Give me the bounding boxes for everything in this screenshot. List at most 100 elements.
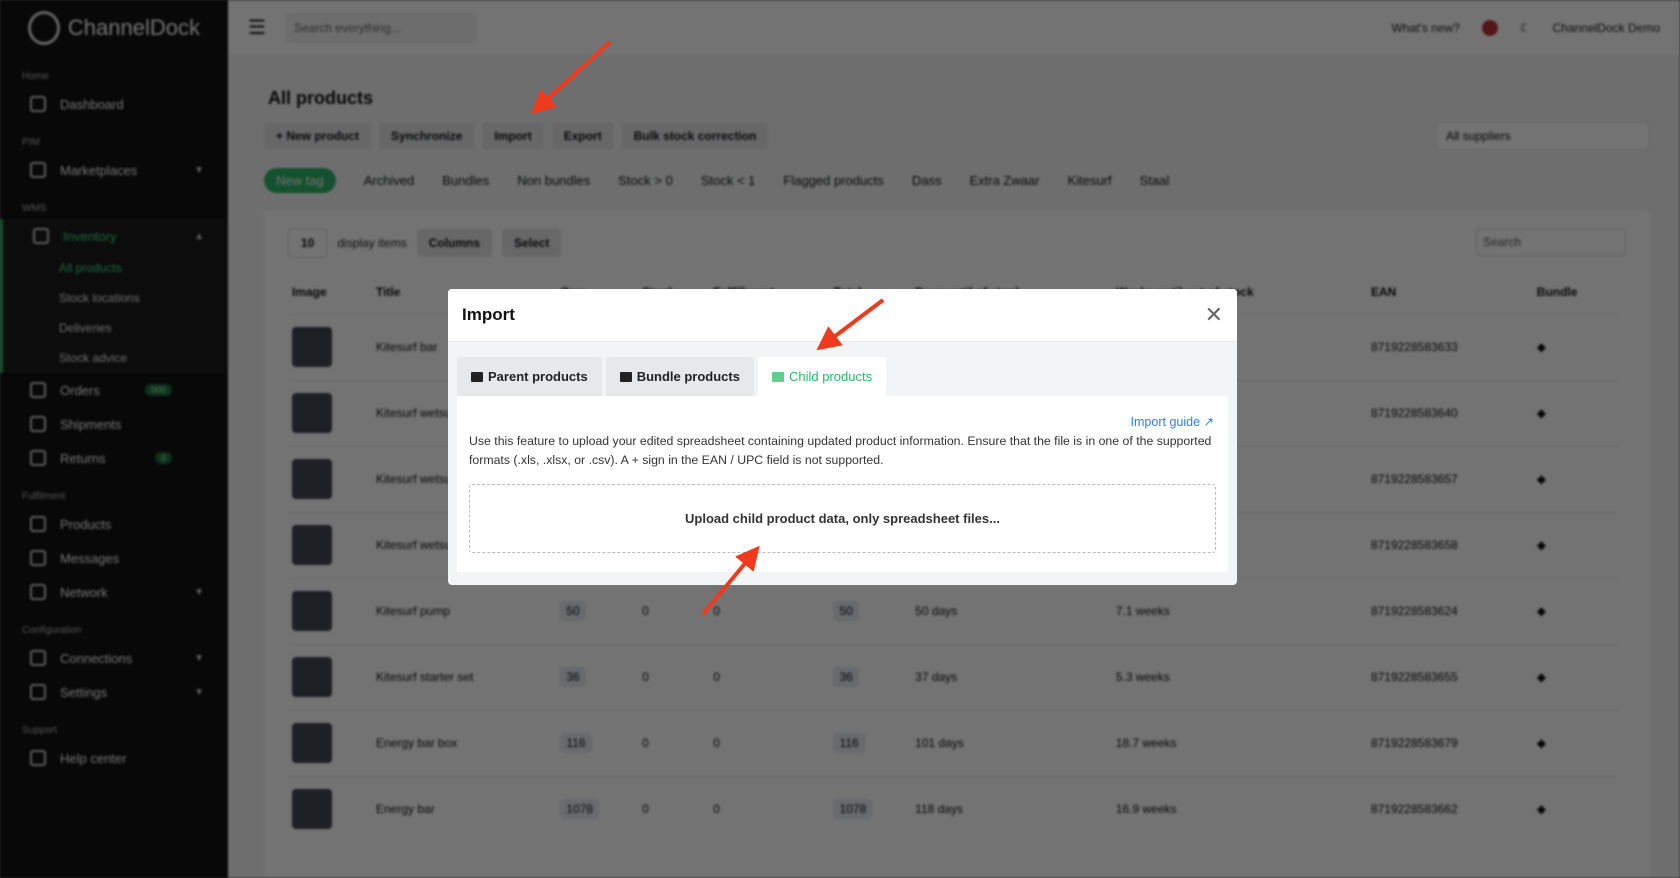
product-thumbnail	[292, 525, 332, 565]
filter-tag[interactable]: Dass	[912, 173, 942, 188]
tab-label: Bundle products	[636, 369, 740, 384]
chevron-down-icon: ▼	[194, 586, 204, 598]
file-dropzone[interactable]: Upload child product data, only spreadsh…	[469, 484, 1216, 553]
cell-value: 50	[560, 601, 586, 621]
cell-value: 7.1 weeks	[1115, 604, 1170, 618]
table-cell: 101 days	[911, 709, 1112, 776]
table-cell: Energy bar	[371, 775, 557, 842]
section-label: Configuration	[22, 625, 82, 636]
cell-value: 8719228583679	[1370, 736, 1458, 750]
filter-tag[interactable]: Stock > 0	[618, 173, 673, 188]
cell-value: 8719228583624	[1370, 604, 1458, 618]
import-button[interactable]: Import	[482, 122, 544, 150]
sidebar-item-returns[interactable]: Returns 0	[0, 441, 228, 475]
sidebar-subitem-all-products[interactable]: All products	[0, 253, 228, 283]
parent-products-icon	[471, 371, 483, 382]
table-row[interactable]: Energy bar box 116 0 0 116 101 days 18.7 weeks…	[288, 709, 1618, 776]
sidebar-item-help-center[interactable]: Help center	[0, 741, 228, 775]
filter-tag[interactable]: Archived	[364, 173, 415, 188]
columns-button[interactable]: Columns	[416, 229, 493, 257]
cell-value: 8719228583658	[1370, 538, 1458, 552]
select-button[interactable]: Select	[502, 229, 562, 257]
user-menu[interactable]: ChannelDock Demo	[1553, 21, 1660, 35]
table-search-input[interactable]: Search	[1476, 228, 1626, 256]
filter-tag[interactable]: Flagged products	[783, 173, 883, 188]
column-header[interactable]: EAN	[1367, 270, 1533, 314]
new-product-button[interactable]: + New product	[264, 122, 372, 150]
language-flag-icon[interactable]	[1481, 19, 1498, 36]
dark-mode-icon[interactable]: ☾	[1520, 21, 1531, 35]
tab-bundle-products[interactable]: Bundle products	[605, 357, 754, 396]
cell-value: 16.9 weeks	[1115, 802, 1177, 817]
filter-tag[interactable]: Non bundles	[517, 173, 590, 188]
bundle-cell: ◆	[1532, 313, 1618, 380]
table-cell: 16.9 weeks	[1111, 775, 1367, 842]
tab-child-products[interactable]: Child products	[757, 357, 887, 396]
display-items-label: display items	[337, 236, 407, 250]
label: Connections	[60, 650, 133, 666]
sidebar-subitem-deliveries[interactable]: Deliveries	[0, 313, 228, 343]
product-image-cell	[288, 775, 372, 842]
menu-icon[interactable]: ☰	[248, 15, 266, 40]
filter-tag[interactable]: Stock < 1	[701, 173, 756, 188]
filter-tag[interactable]: Kitesurf	[1068, 173, 1112, 188]
global-search-input[interactable]: Search everything...	[285, 12, 476, 43]
cell-value: 0	[713, 802, 720, 817]
sidebar-subitem-stock-advice[interactable]: Stock advice	[0, 343, 228, 373]
tab-parent-products[interactable]: Parent products	[457, 357, 602, 396]
whats-new-link[interactable]: What's new?	[1392, 21, 1460, 35]
close-icon[interactable]: ✕	[1205, 304, 1223, 326]
table-row[interactable]: Kitesurf pump 50 0 0 50 50 days 7.1 weeks 87192…	[288, 577, 1618, 644]
export-button[interactable]: Export	[551, 122, 614, 150]
sidebar-item-shipments[interactable]: Shipments	[0, 407, 228, 441]
cell-value: 8719228583633	[1370, 340, 1458, 354]
table-cell: 8719228583624	[1366, 577, 1533, 644]
cell-value: 36	[833, 667, 859, 687]
section-label: Home	[22, 71, 49, 82]
sidebar-item-products[interactable]: Products	[0, 507, 228, 541]
sidebar-item-orders[interactable]: Orders 000	[0, 373, 228, 407]
sidebar-item-messages[interactable]: Messages	[0, 541, 228, 575]
sidebar-item-settings[interactable]: Settings ▼	[0, 675, 228, 709]
table-cell: Energy bar box	[371, 709, 557, 776]
synchronize-button[interactable]: Synchronize	[379, 122, 475, 150]
sidebar-item-connections[interactable]: Connections ▼	[0, 641, 228, 675]
settings-icon	[30, 684, 46, 700]
filter-tag[interactable]: Bundles	[442, 173, 489, 188]
per-page-select[interactable]: 10	[288, 228, 328, 258]
network-icon	[30, 584, 46, 600]
cell-value: 50	[833, 601, 859, 621]
filter-tag[interactable]: Extra Zwaar	[969, 173, 1039, 188]
sidebar-item-marketplaces[interactable]: Marketplaces ▼	[0, 153, 228, 187]
table-cell: 0	[709, 709, 830, 776]
bulk-stock-correction-button[interactable]: Bulk stock correction	[621, 122, 769, 150]
filter-tag[interactable]: New tag	[264, 168, 336, 193]
table-cell: 5.3 weeks	[1111, 643, 1367, 710]
product-image-cell	[288, 709, 372, 776]
column-header[interactable]: Image	[288, 270, 372, 314]
label: Orders	[60, 382, 100, 398]
table-row[interactable]: Kitesurf starter set 36 0 0 36 37 days 5.3 wee…	[288, 643, 1618, 710]
sidebar-item-dashboard[interactable]: Dashboard	[0, 87, 228, 121]
filter-tag[interactable]: Staal	[1140, 173, 1170, 188]
orders-icon	[30, 382, 46, 398]
cell-value: 0	[713, 736, 720, 750]
sidebar-subitem-stock-locations[interactable]: Stock locations	[0, 283, 228, 313]
sidebar-item-inventory[interactable]: Inventory ▲	[0, 219, 228, 253]
product-thumbnail	[292, 393, 332, 433]
column-header[interactable]: Bundle	[1533, 270, 1618, 314]
label: Help center	[60, 750, 127, 766]
table-cell: 0	[709, 775, 830, 842]
cell-value: 0	[642, 802, 649, 817]
external-link-icon: ↗	[1203, 415, 1214, 429]
sidebar-item-network[interactable]: Network ▼	[0, 575, 228, 609]
table-row[interactable]: Energy bar 1078 0 0 1078 118 days 16.9 weeks 87…	[288, 775, 1618, 842]
import-guide-link[interactable]: Import guide ↗	[1131, 414, 1214, 429]
product-image-cell	[288, 511, 372, 578]
table-cell: 8719228583657	[1366, 445, 1533, 512]
cell-value: Energy bar	[375, 802, 435, 817]
cell-value: 0	[642, 670, 649, 684]
supplier-select[interactable]: All suppliers	[1435, 122, 1650, 150]
help-icon	[30, 750, 46, 766]
table-cell: 0	[638, 709, 710, 776]
